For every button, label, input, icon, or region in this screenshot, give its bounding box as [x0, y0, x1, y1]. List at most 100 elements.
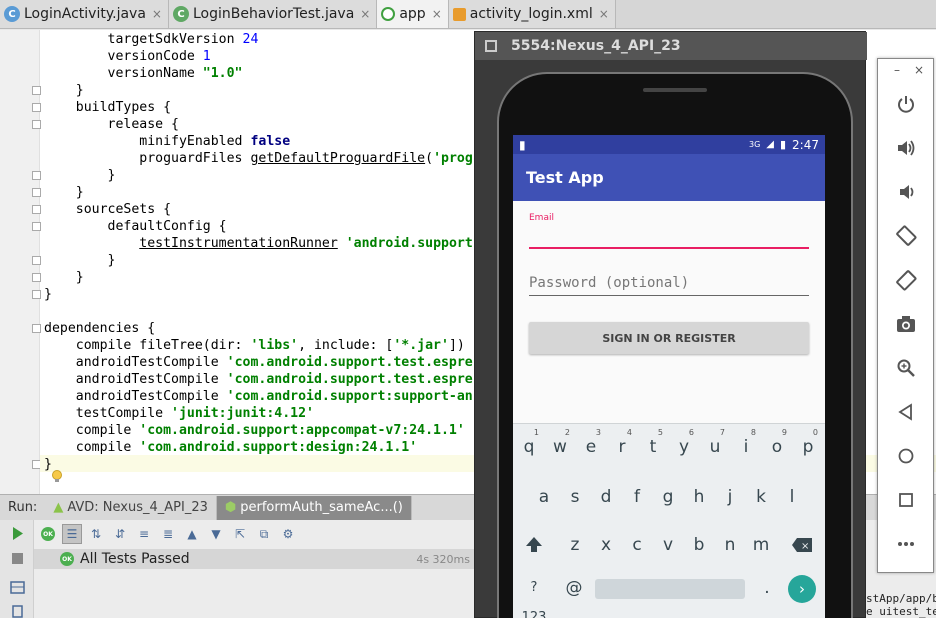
expand-all-icon[interactable]: ≡	[134, 524, 154, 544]
tab-app[interactable]: app ×	[377, 0, 449, 28]
fold-marker-icon[interactable]	[32, 86, 41, 95]
key-m[interactable]: m	[748, 530, 774, 560]
key-g[interactable]: g	[655, 482, 681, 512]
key-u[interactable]: u7	[702, 428, 728, 462]
fold-marker-icon[interactable]	[32, 273, 41, 282]
power-icon[interactable]	[895, 93, 917, 115]
fold-marker-icon[interactable]	[32, 222, 41, 231]
fold-marker-icon[interactable]	[32, 120, 41, 129]
code-line: minifyEnabled false	[44, 134, 291, 149]
code-text[interactable]: targetSdkVersion 24 versionCode 1 versio…	[44, 31, 473, 473]
key-q[interactable]: q1	[516, 428, 542, 462]
key-b[interactable]: b	[686, 530, 712, 560]
previous-test-icon[interactable]: ▲	[182, 524, 202, 544]
soft-keyboard[interactable]: q1w2e3r4t5y6u7i8o9p0 asdfghjkl × zxcvbnm…	[513, 423, 825, 618]
export-icon[interactable]: ⇱	[230, 524, 250, 544]
back-icon[interactable]	[895, 401, 917, 423]
zoom-icon[interactable]	[895, 357, 917, 379]
key-n[interactable]: n	[717, 530, 743, 560]
sort-alpha-icon[interactable]: ⇅	[86, 524, 106, 544]
lightbulb-icon[interactable]	[51, 470, 63, 484]
key-p[interactable]: p0	[795, 428, 821, 462]
enter-key-icon[interactable]: ›	[788, 575, 816, 603]
close-icon[interactable]: ×	[599, 7, 609, 21]
key-e[interactable]: e3	[578, 428, 604, 462]
close-icon[interactable]: ×	[152, 7, 162, 21]
overview-icon[interactable]	[895, 489, 917, 511]
key-s[interactable]: s	[562, 482, 588, 512]
sign-in-button[interactable]: SIGN IN OR REGISTER	[529, 322, 809, 354]
show-passed-icon[interactable]: OK	[38, 524, 58, 544]
sort-duration-icon[interactable]: ⇵	[110, 524, 130, 544]
key-k[interactable]: k	[748, 482, 774, 512]
key-i[interactable]: i8	[733, 428, 759, 462]
run-sidebar	[0, 520, 34, 618]
rerun-icon[interactable]	[10, 526, 25, 541]
tab-login-activity[interactable]: C LoginActivity.java ×	[0, 0, 169, 28]
code-line: }	[44, 185, 84, 200]
rotate-right-icon[interactable]	[895, 269, 917, 291]
layout-icon[interactable]	[10, 580, 25, 595]
camera-icon[interactable]	[895, 313, 917, 335]
close-icon[interactable]: ×	[360, 7, 370, 21]
fold-marker-icon[interactable]	[32, 256, 41, 265]
run-tab-test[interactable]: ⬢ performAuth_sameAc...()	[216, 495, 412, 520]
volume-up-icon[interactable]	[895, 137, 917, 159]
phone-screen[interactable]: ▮ 3G ◢ ▮ 2:47 Test App Email Password (o…	[513, 135, 825, 618]
stop-icon[interactable]	[10, 551, 25, 566]
tab-login-behavior-test[interactable]: C LoginBehaviorTest.java ×	[168, 0, 378, 28]
fold-marker-icon[interactable]	[32, 324, 41, 333]
key-j[interactable]: j	[717, 482, 743, 512]
key-a[interactable]: a	[531, 482, 557, 512]
space-key[interactable]	[595, 579, 745, 599]
show-ignored-icon[interactable]: ☰	[62, 524, 82, 544]
key-h[interactable]: h	[686, 482, 712, 512]
key-hint: 9	[781, 428, 787, 437]
collapse-all-icon[interactable]: ≣	[158, 524, 178, 544]
run-tab-avd[interactable]: ▲ AVD: Nexus_4_API_23	[45, 495, 217, 520]
email-field[interactable]: Email	[529, 213, 809, 249]
key-x[interactable]: x	[593, 530, 619, 560]
period-key[interactable]: .	[754, 573, 780, 603]
at-key[interactable]: @	[561, 573, 587, 603]
fold-marker-icon[interactable]	[32, 205, 41, 214]
emulator-title-bar[interactable]: 5554:Nexus_4_API_23	[475, 32, 867, 60]
key-w[interactable]: w2	[547, 428, 573, 462]
key-v[interactable]: v	[655, 530, 681, 560]
password-field[interactable]: Password (optional)	[529, 275, 809, 296]
key-z[interactable]: z	[562, 530, 588, 560]
settings-icon[interactable]: ⚙	[278, 524, 298, 544]
key-o[interactable]: o9	[764, 428, 790, 462]
next-test-icon[interactable]: ▼	[206, 524, 226, 544]
sd-card-icon: ▮	[519, 137, 526, 152]
key-y[interactable]: y6	[671, 428, 697, 462]
key-f[interactable]: f	[624, 482, 650, 512]
home-icon[interactable]	[895, 445, 917, 467]
symbols-key[interactable]: ?123	[521, 573, 547, 618]
email-label: Email	[529, 213, 554, 223]
test-class-icon: C	[172, 6, 189, 22]
fold-marker-icon[interactable]	[32, 290, 41, 299]
pin-icon[interactable]	[10, 604, 25, 618]
shift-key-icon[interactable]	[521, 530, 547, 560]
tab-activity-login-xml[interactable]: activity_login.xml ×	[448, 0, 616, 28]
key-r[interactable]: r4	[609, 428, 635, 462]
key-l[interactable]: l	[779, 482, 805, 512]
minimize-button[interactable]: –	[894, 63, 900, 77]
volume-down-icon[interactable]	[895, 181, 917, 203]
fold-marker-icon[interactable]	[32, 103, 41, 112]
rotate-left-icon[interactable]	[895, 225, 917, 247]
more-icon[interactable]	[895, 533, 917, 555]
fold-marker-icon[interactable]	[32, 188, 41, 197]
close-icon[interactable]: ×	[432, 7, 442, 21]
close-button[interactable]: ×	[914, 63, 924, 77]
fold-marker-icon[interactable]	[32, 171, 41, 180]
key-t[interactable]: t5	[640, 428, 666, 462]
backspace-key-icon[interactable]: ×	[789, 530, 815, 560]
key-c[interactable]: c	[624, 530, 650, 560]
key-d[interactable]: d	[593, 482, 619, 512]
emulator-window-icon	[485, 40, 497, 52]
password-hint: Password (optional)	[529, 275, 690, 291]
test-result-row[interactable]: OK All Tests Passed 4s 320ms	[34, 549, 474, 569]
history-icon[interactable]: ⧉	[254, 524, 274, 544]
